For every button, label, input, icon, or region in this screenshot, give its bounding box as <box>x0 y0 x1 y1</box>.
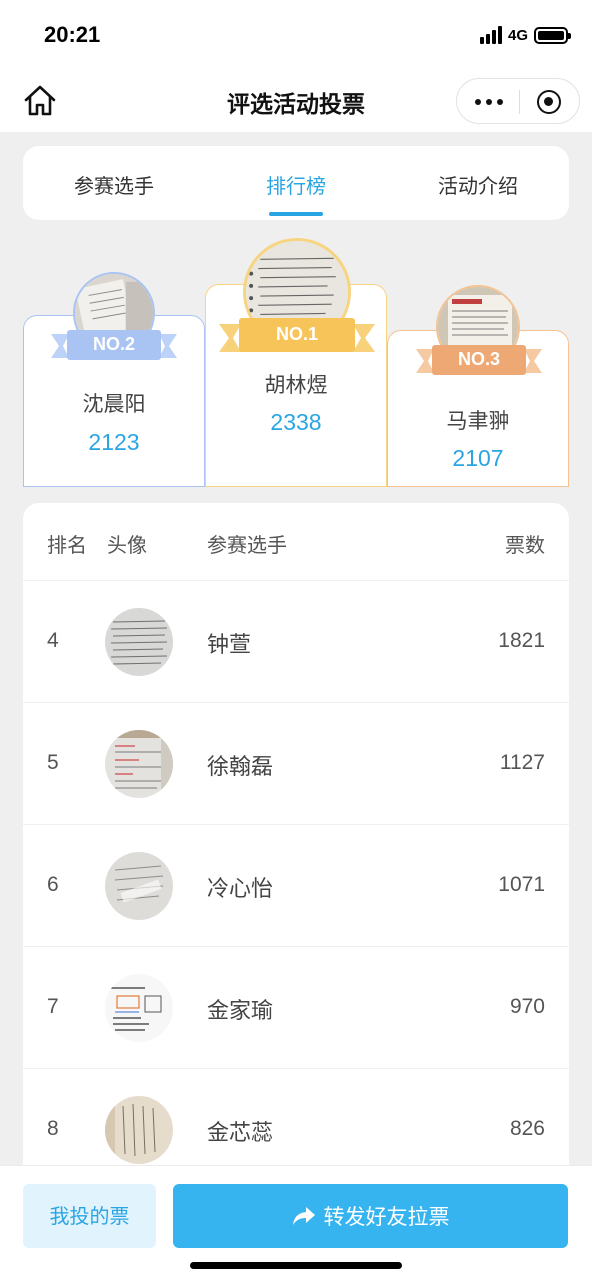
share-to-friends-button[interactable]: 转发好友拉票 <box>173 1184 568 1248</box>
row-votes: 1127 <box>499 751 545 774</box>
table-row[interactable]: 7 金家瑜 970 <box>23 947 569 1069</box>
status-bar: 20:21 4G <box>0 0 592 70</box>
table-row[interactable]: 4 钟萱 1821 <box>23 581 569 703</box>
status-icons: 4G <box>479 24 571 46</box>
row-rank: 5 <box>47 751 59 774</box>
row-avatar[interactable] <box>105 1096 173 1164</box>
podium-third-name: 马聿翀 <box>446 409 510 433</box>
ranking-table: 排名 头像 参赛选手 票数 4 钟萱 1821 5 徐翰磊 1127 6 冷心怡… <box>23 503 569 1183</box>
table-row[interactable]: 5 徐翰磊 1127 <box>23 703 569 825</box>
podium-second-badge: NO.2 <box>92 334 135 354</box>
table-row[interactable]: 6 冷心怡 1071 <box>23 825 569 947</box>
row-votes: 1071 <box>498 873 545 896</box>
share-button-label: 转发好友拉票 <box>323 1205 450 1229</box>
podium-first-badge: NO.1 <box>275 324 318 344</box>
row-votes: 1821 <box>498 629 545 652</box>
row-votes: 826 <box>509 1117 545 1140</box>
row-rank: 4 <box>47 629 59 652</box>
row-name: 钟萱 <box>207 633 252 658</box>
podium-second-votes: 2123 <box>88 429 140 455</box>
row-avatar[interactable] <box>105 974 173 1042</box>
close-target-icon[interactable] <box>537 90 561 114</box>
row-name: 徐翰磊 <box>207 755 274 780</box>
header-contestant: 参赛选手 <box>207 533 287 557</box>
podium-first-name: 胡林煜 <box>264 373 328 397</box>
battery-icon <box>534 26 571 44</box>
tab-bar: 参赛选手 排行榜 活动介绍 <box>23 146 569 220</box>
podium: 沈晨阳 2123 NO.2 胡林煜 2338 NO.1 马聿翀 2107 NO.… <box>23 230 569 490</box>
podium-third-ribbon: NO.3 <box>416 343 542 377</box>
status-time: 20:21 <box>44 22 101 47</box>
podium-third-votes: 2107 <box>452 445 504 471</box>
row-name: 冷心怡 <box>207 877 274 902</box>
header-rank: 排名 <box>47 533 87 557</box>
row-avatar[interactable] <box>105 608 173 676</box>
my-votes-button[interactable]: 我投的票 <box>23 1184 156 1248</box>
tab-activity-intro[interactable]: 活动介绍 <box>387 146 569 220</box>
podium-second-name: 沈晨阳 <box>82 392 146 416</box>
share-arrow-icon <box>292 1207 315 1225</box>
podium-third-badge: NO.3 <box>457 349 500 369</box>
nav-bar: 评选活动投票 <box>0 70 592 132</box>
row-name: 金家瑜 <box>207 999 274 1024</box>
tab-contestants[interactable]: 参赛选手 <box>23 146 205 220</box>
more-icon[interactable] <box>475 99 503 105</box>
podium-first-votes: 2338 <box>270 409 322 435</box>
podium-first-ribbon: NO.1 <box>219 316 375 356</box>
row-avatar[interactable] <box>105 852 173 920</box>
row-votes: 970 <box>509 995 545 1018</box>
tab-leaderboard[interactable]: 排行榜 <box>205 146 387 220</box>
header-avatar: 头像 <box>107 533 147 557</box>
home-indicator <box>190 1262 402 1269</box>
mini-program-capsule <box>456 78 580 124</box>
row-name: 金芯蕊 <box>207 1121 274 1146</box>
podium-second-ribbon: NO.2 <box>51 328 177 362</box>
header-votes: 票数 <box>505 533 545 557</box>
row-rank: 6 <box>47 873 59 896</box>
network-label: 4G <box>507 26 528 44</box>
row-rank: 8 <box>47 1117 59 1140</box>
signal-icon <box>479 26 502 44</box>
row-rank: 7 <box>47 995 59 1018</box>
ranking-header: 排名 头像 参赛选手 票数 <box>23 503 569 581</box>
row-avatar[interactable] <box>105 730 173 798</box>
